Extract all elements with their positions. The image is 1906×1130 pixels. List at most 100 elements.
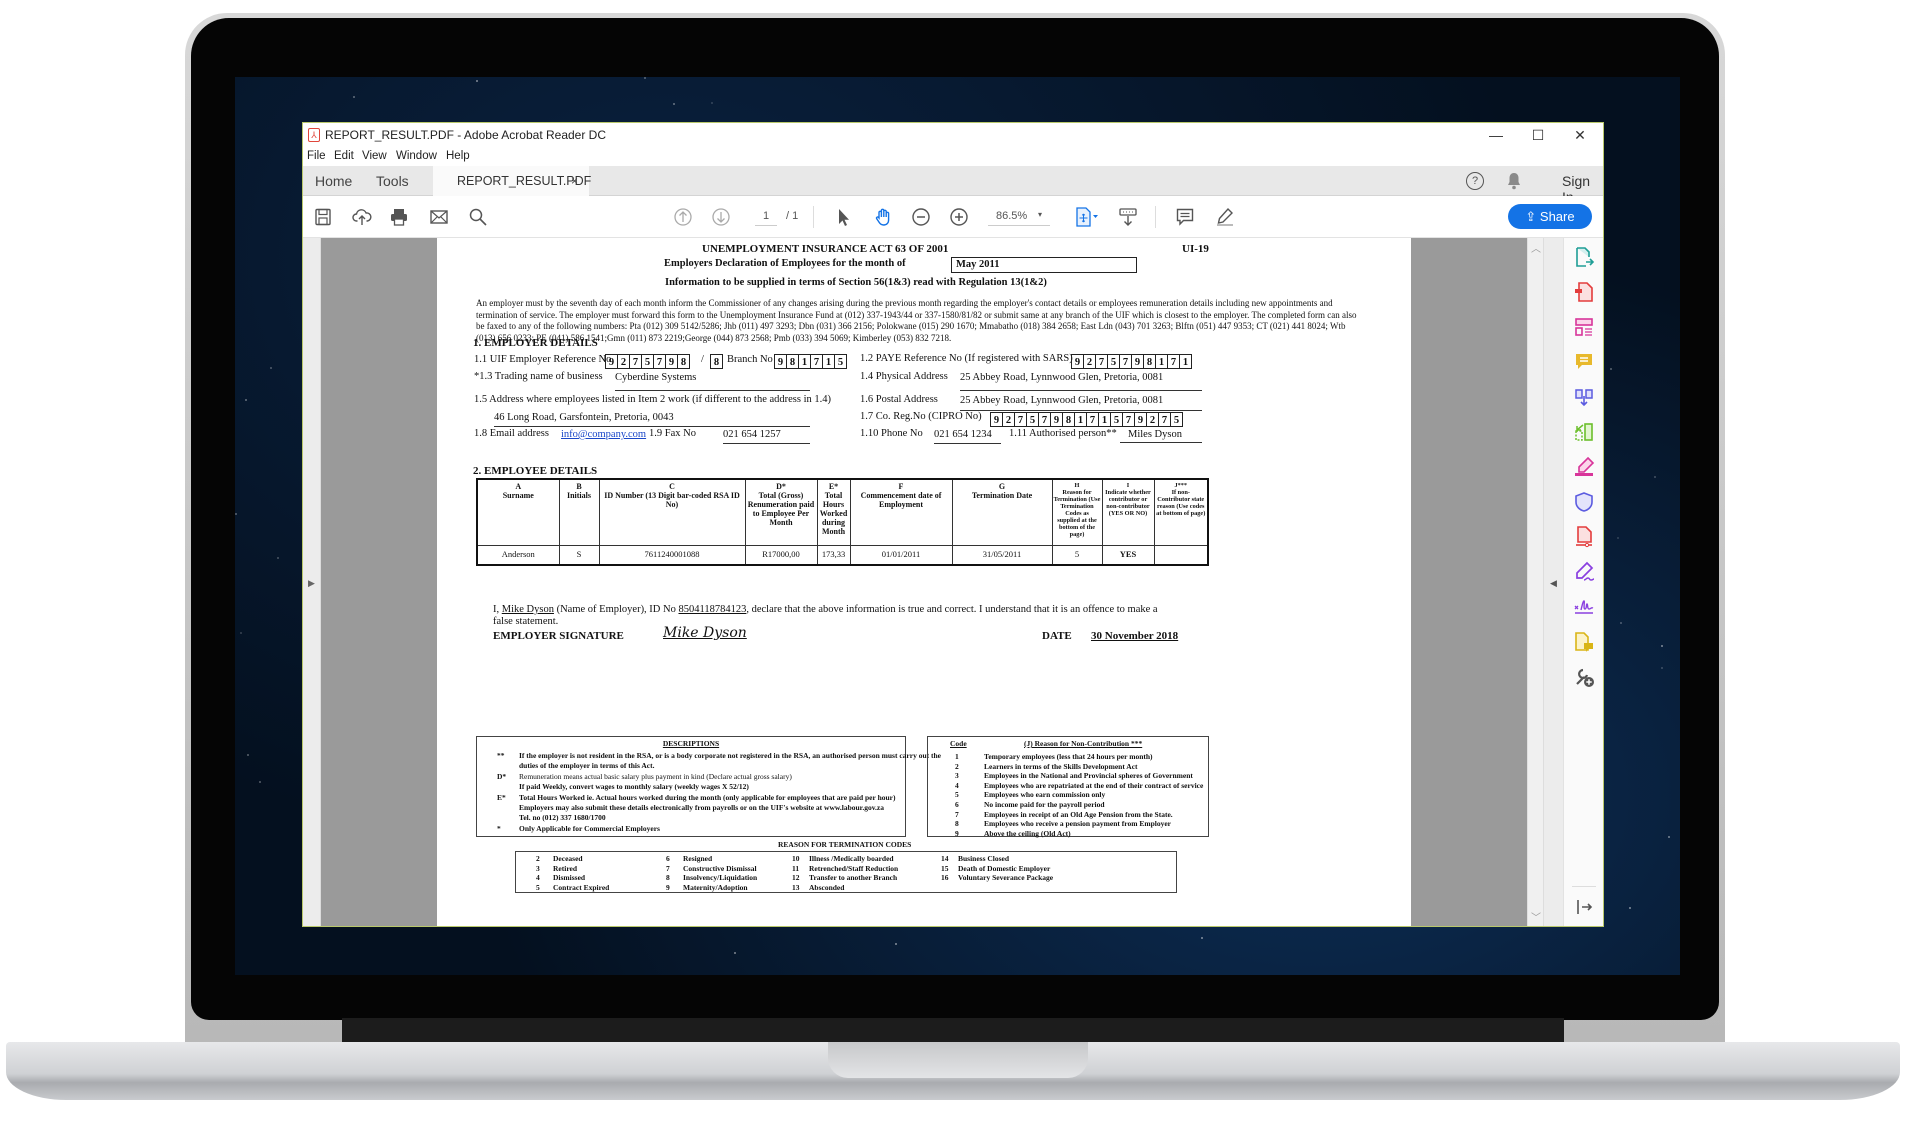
menu-edit[interactable]: Edit	[334, 150, 354, 162]
right-pane-toggle[interactable]: ◀	[1543, 238, 1563, 926]
scroll-down-icon[interactable]: ﹀	[1531, 909, 1541, 924]
left-navigation-pane[interactable]: ▶	[303, 238, 321, 926]
branch-digits[interactable]: 981715	[774, 354, 847, 369]
maximize-button[interactable]: ☐	[1517, 123, 1559, 148]
comment-icon[interactable]	[1173, 205, 1197, 229]
hand-icon[interactable]	[871, 205, 895, 229]
fill-sign-icon[interactable]	[1573, 561, 1595, 583]
menu-window[interactable]: Window	[396, 150, 437, 162]
termination-code: 12	[792, 873, 800, 882]
zoom-in-icon[interactable]	[947, 205, 971, 229]
declaration-mid: (Name of Employer), ID No	[553, 604, 679, 615]
work-address-field[interactable]: 46 Long Road, Garsfontein, Pretoria, 004…	[494, 412, 810, 427]
collapse-pane-icon[interactable]: ◀	[1550, 578, 1557, 589]
reason: Employees who receive a pension payment …	[984, 819, 1171, 829]
description-text: If paid Weekly, convert wages to monthly…	[519, 782, 749, 791]
table-cell[interactable]: S	[558, 544, 600, 565]
termination-code: 9	[666, 882, 670, 892]
page-tools-icon[interactable]	[1071, 205, 1103, 229]
collapse-tools-pane-icon[interactable]	[1573, 896, 1595, 918]
trading-name-field[interactable]: Cyberdine Systems	[615, 372, 810, 391]
table-cell[interactable]: 173,33	[816, 544, 851, 565]
phone-field[interactable]: 021 654 1234	[934, 429, 1001, 444]
tab-bar: Home Tools REPORT_RESULT.PDF × ? Sign In	[303, 166, 1603, 205]
star	[276, 557, 279, 560]
create-pdf-icon[interactable]	[1573, 281, 1595, 303]
print-icon[interactable]	[387, 205, 411, 229]
fax-field[interactable]: 021 654 1257	[723, 429, 810, 444]
edit-pdf-icon[interactable]	[1573, 316, 1595, 338]
next-page-icon[interactable]	[709, 205, 733, 229]
month-field[interactable]: May 2011	[951, 257, 1137, 273]
termination-reason: Absconded	[809, 882, 845, 892]
code: 8	[955, 819, 959, 829]
table-cell[interactable]: 01/01/2011	[849, 544, 953, 565]
uif-ref-suffix[interactable]: 8	[710, 354, 723, 369]
scroll-up-icon[interactable]: ︿	[1531, 240, 1541, 255]
date-value: 30 November 2018	[1091, 630, 1179, 642]
column-label: Termination Date	[971, 491, 1033, 500]
send-for-comments-icon[interactable]	[1573, 631, 1595, 653]
redact-icon[interactable]	[1573, 456, 1595, 478]
email-label: 1.8 Email address	[474, 428, 549, 439]
tab-home[interactable]: Home	[315, 173, 352, 189]
expand-pane-icon[interactable]: ▶	[308, 578, 315, 589]
compress-pdf-icon[interactable]	[1573, 526, 1595, 548]
table-cell[interactable]	[1153, 544, 1209, 565]
menu-file[interactable]: File	[307, 150, 326, 162]
notifications-bell-icon[interactable]	[1506, 172, 1522, 195]
export-pdf-icon[interactable]	[1573, 246, 1595, 268]
uif-ref-slash: /	[701, 354, 704, 365]
close-button[interactable]: ✕	[1559, 123, 1601, 148]
menu-help[interactable]: Help	[446, 150, 470, 162]
page-total: / 1	[786, 210, 799, 222]
column-key: F	[898, 482, 904, 491]
combine-files-icon[interactable]	[1573, 386, 1595, 408]
page-number-input[interactable]: 1	[755, 207, 777, 226]
reason: Above the ceiling (Old Act)	[984, 828, 1071, 838]
scroll-mode-icon[interactable]	[1116, 205, 1140, 229]
highlight-icon[interactable]	[1213, 205, 1237, 229]
tab-tools[interactable]: Tools	[376, 173, 409, 189]
help-icon[interactable]: ?	[1466, 172, 1484, 190]
zoom-level-select[interactable]: 86.5% ▾	[988, 207, 1050, 226]
organize-pages-icon[interactable]	[1573, 421, 1595, 443]
zoom-out-icon[interactable]	[909, 205, 933, 229]
postal-address-field[interactable]: 25 Abbey Road, Lynnwood Glen, Pretoria, …	[960, 395, 1202, 411]
window-title: REPORT_RESULT.PDF - Adobe Acrobat Reader…	[325, 128, 607, 142]
authorised-person-field[interactable]: Miles Dyson	[1120, 429, 1202, 443]
toolbar-divider	[813, 206, 814, 228]
more-tools-icon[interactable]	[1573, 666, 1595, 688]
select-icon[interactable]	[831, 205, 855, 229]
table-cell[interactable]: R17000,00	[744, 544, 818, 565]
table-cell[interactable]: Anderson	[476, 544, 560, 565]
table-cell[interactable]: 31/05/2011	[951, 544, 1053, 565]
vertical-scrollbar[interactable]: ︿ ﹀	[1527, 238, 1543, 926]
chevron-down-icon: ▾	[1038, 210, 1043, 219]
comment-tool-icon[interactable]	[1573, 351, 1595, 373]
star	[1610, 367, 1613, 370]
paye-digits[interactable]: 9275798171	[1071, 354, 1192, 369]
column-label: Total Hours Worked during Month	[819, 491, 848, 536]
column-header: F Commencement date of Employment	[849, 478, 953, 546]
tab-close-icon[interactable]: ×	[571, 174, 578, 188]
mail-icon[interactable]	[427, 205, 451, 229]
co-reg-digits[interactable]: 9275798171579275	[990, 412, 1183, 427]
prev-page-icon[interactable]	[671, 205, 695, 229]
send-for-signature-icon[interactable]	[1573, 596, 1595, 618]
table-cell[interactable]: 7611240001088	[598, 544, 746, 565]
tab-document[interactable]: REPORT_RESULT.PDF ×	[433, 166, 591, 196]
reason: Learners in terms of the Skills Developm…	[984, 761, 1138, 771]
search-icon[interactable]	[466, 205, 490, 229]
physical-address-field[interactable]: 25 Abbey Road, Lynnwood Glen, Pretoria, …	[960, 372, 1202, 391]
upload-icon[interactable]	[350, 205, 374, 229]
minimize-button[interactable]: —	[1475, 123, 1517, 148]
table-cell[interactable]: YES	[1101, 544, 1155, 565]
share-button[interactable]: ⇪ Share	[1508, 204, 1592, 229]
email-link[interactable]: info@company.com	[561, 429, 646, 440]
save-icon[interactable]	[311, 205, 335, 229]
menu-view[interactable]: View	[362, 150, 387, 162]
uif-ref-digits[interactable]: 9275798	[605, 354, 690, 369]
table-cell[interactable]: 5	[1051, 544, 1103, 565]
protect-icon[interactable]	[1573, 491, 1595, 513]
